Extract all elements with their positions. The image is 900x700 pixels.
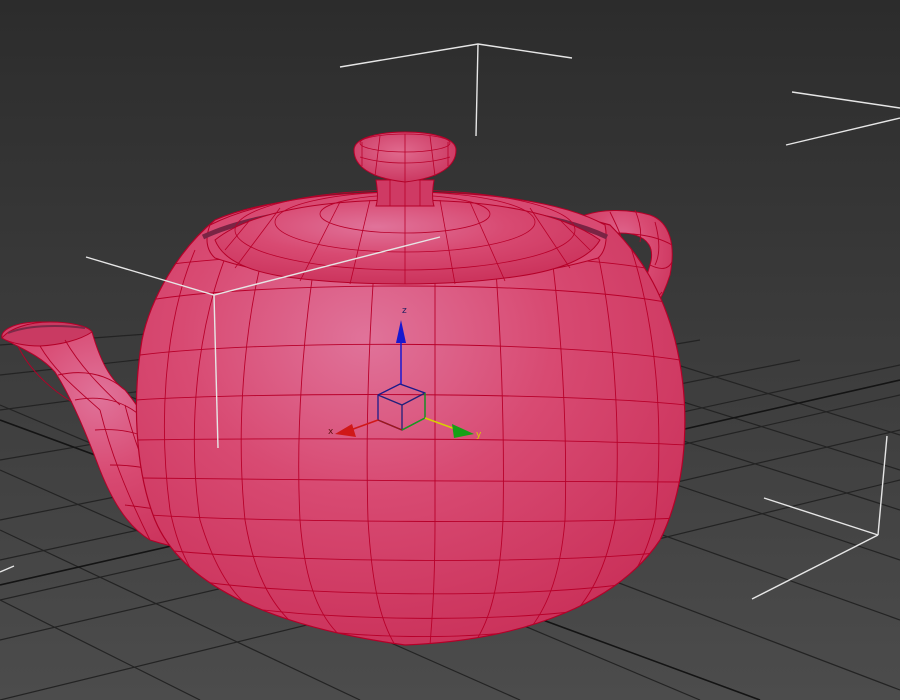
z-axis-label: z	[402, 306, 407, 316]
viewport-3d[interactable]: z x y	[0, 0, 900, 700]
x-axis-label: x	[328, 427, 334, 437]
y-axis-label: y	[476, 430, 482, 440]
viewport-canvas[interactable]: z x y	[0, 0, 900, 700]
